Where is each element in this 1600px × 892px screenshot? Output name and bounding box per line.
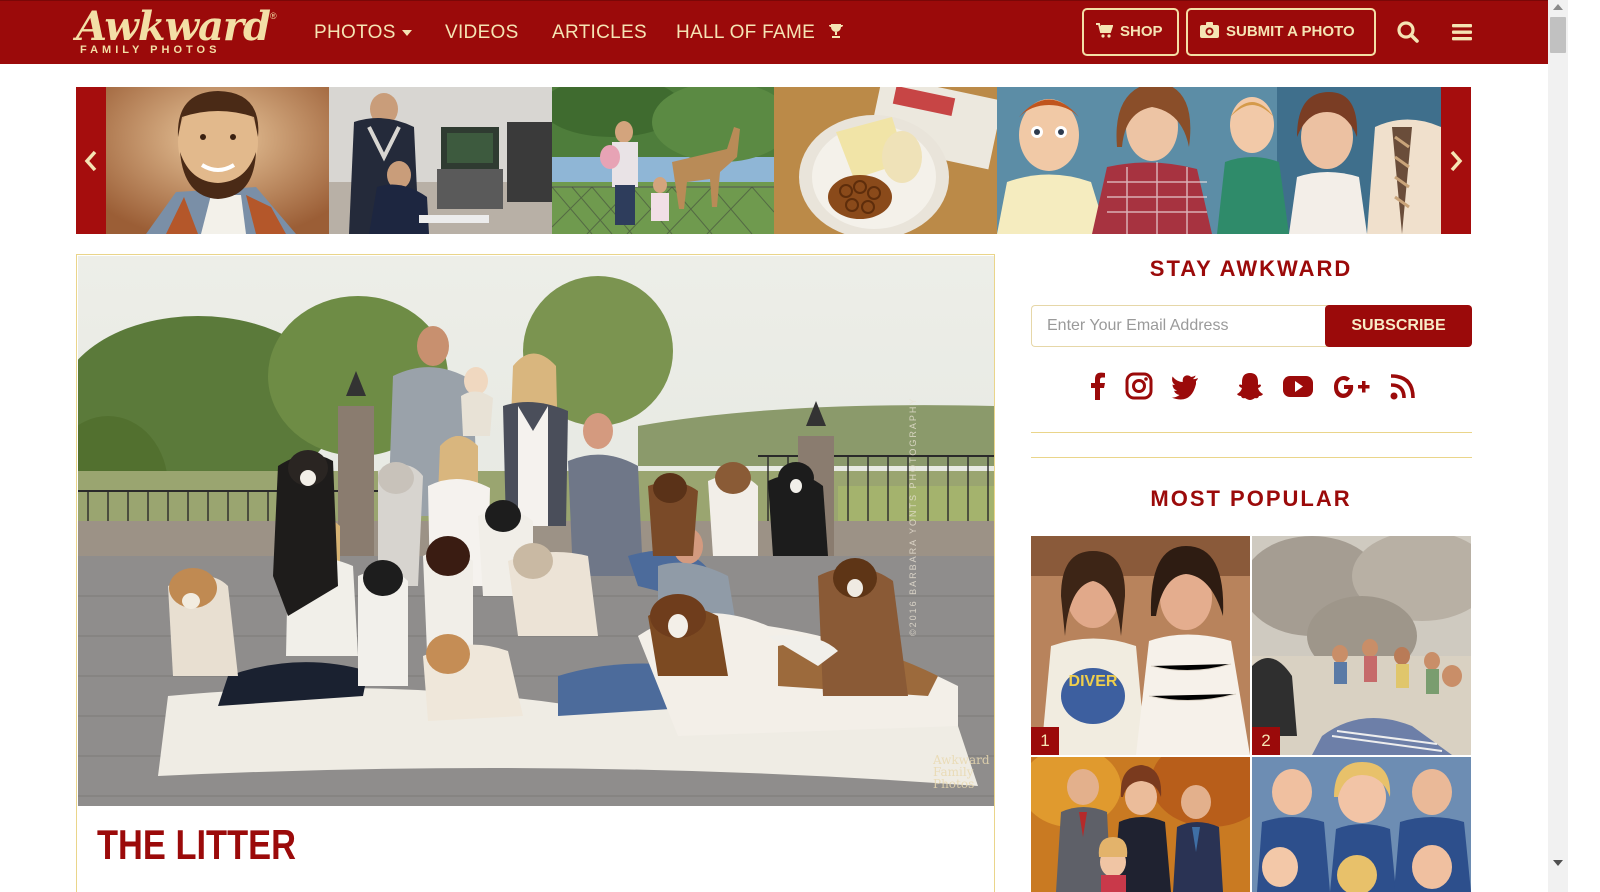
registered-mark: ® [270,11,277,21]
twitter-icon[interactable] [1169,370,1201,402]
snapchat-icon[interactable] [1234,370,1266,402]
popular-item-4[interactable] [1252,757,1471,892]
photo-watermark: Awkward Family Photos [933,753,990,791]
scroll-down-arrow-icon[interactable] [1553,860,1563,866]
rss-icon[interactable] [1387,370,1419,402]
carousel-thumb-3[interactable] [552,87,774,234]
submit-photo-button[interactable]: SUBMIT A PHOTO [1186,8,1376,56]
popular-item-2[interactable]: 2 [1252,536,1471,755]
carousel-thumb-4[interactable] [774,87,997,234]
nav-photos[interactable]: PHOTOS [314,20,412,46]
subscribe-button[interactable]: SUBSCRIBE [1325,305,1472,347]
shopping-cart-icon [1096,23,1114,38]
photo-credit: ©2016 BARBARA YONTS PHOTOGRAPHY [908,396,918,636]
nav-videos[interactable]: VIDEOS [445,20,519,46]
facebook-icon[interactable] [1082,370,1114,402]
most-popular-heading: MOST POPULAR [1150,486,1352,511]
featured-post-card: Awkward Family Photos ©2016 BARBARA YONT… [76,254,995,892]
carousel-thumb-5[interactable] [997,87,1441,234]
submit-photo-label: SUBMIT A PHOTO [1226,23,1355,40]
search-icon[interactable] [1396,20,1422,46]
carousel-next-button[interactable] [1441,87,1471,234]
stay-awkward-heading: STAY AWKWARD [1149,256,1353,281]
site-logo[interactable]: Awkward ® FAMILY PHOTOS [74,3,280,57]
trophy-icon [827,22,845,48]
scrollbar-thumb[interactable] [1550,17,1566,53]
scroll-up-arrow-icon[interactable] [1553,4,1563,10]
nav-photos-label: PHOTOS [314,22,396,43]
photo-carousel [76,87,1471,234]
logo-tagline: FAMILY PHOTOS [80,44,221,56]
nav-hall-of-fame-label: HALL OF FAME [676,22,816,43]
svg-text:DIVER: DIVER [1069,673,1118,690]
nav-hall-of-fame[interactable]: HALL OF FAME [676,20,845,46]
camera-icon [1200,22,1219,38]
page: Awkward ® FAMILY PHOTOS PHOTOS VIDEOS AR… [0,0,1600,892]
popular-rank-badge: 1 [1031,727,1059,755]
shop-button[interactable]: SHOP [1082,8,1179,56]
featured-post-photo[interactable]: Awkward Family Photos ©2016 BARBARA YONT… [78,256,994,806]
post-title[interactable]: THE LITTER [97,821,296,869]
email-input[interactable] [1031,305,1327,347]
top-navbar: Awkward ® FAMILY PHOTOS PHOTOS VIDEOS AR… [0,0,1548,64]
carousel-thumb-2[interactable] [329,87,552,234]
carousel-thumb-1[interactable] [106,87,329,234]
chevron-left-icon [84,150,97,172]
carousel-prev-button[interactable] [76,87,106,234]
google-plus-icon[interactable] [1332,370,1372,402]
nav-videos-label: VIDEOS [445,22,519,43]
popular-item-3[interactable] [1031,757,1250,892]
chevron-right-icon [1450,150,1463,172]
nav-articles[interactable]: ARTICLES [552,20,647,46]
page-scrollbar[interactable] [1548,0,1568,892]
popular-rank-badge: 2 [1252,727,1280,755]
sidebar-divider-1 [1031,432,1472,433]
popular-item-1[interactable]: DIVER 1 [1031,536,1250,755]
nav-articles-label: ARTICLES [552,22,647,43]
hamburger-menu-icon[interactable] [1451,20,1477,46]
youtube-icon[interactable] [1282,370,1314,402]
shop-label: SHOP [1120,23,1163,40]
instagram-icon[interactable] [1123,370,1155,402]
caret-down-icon [401,29,412,36]
sidebar-divider-2 [1031,457,1472,458]
